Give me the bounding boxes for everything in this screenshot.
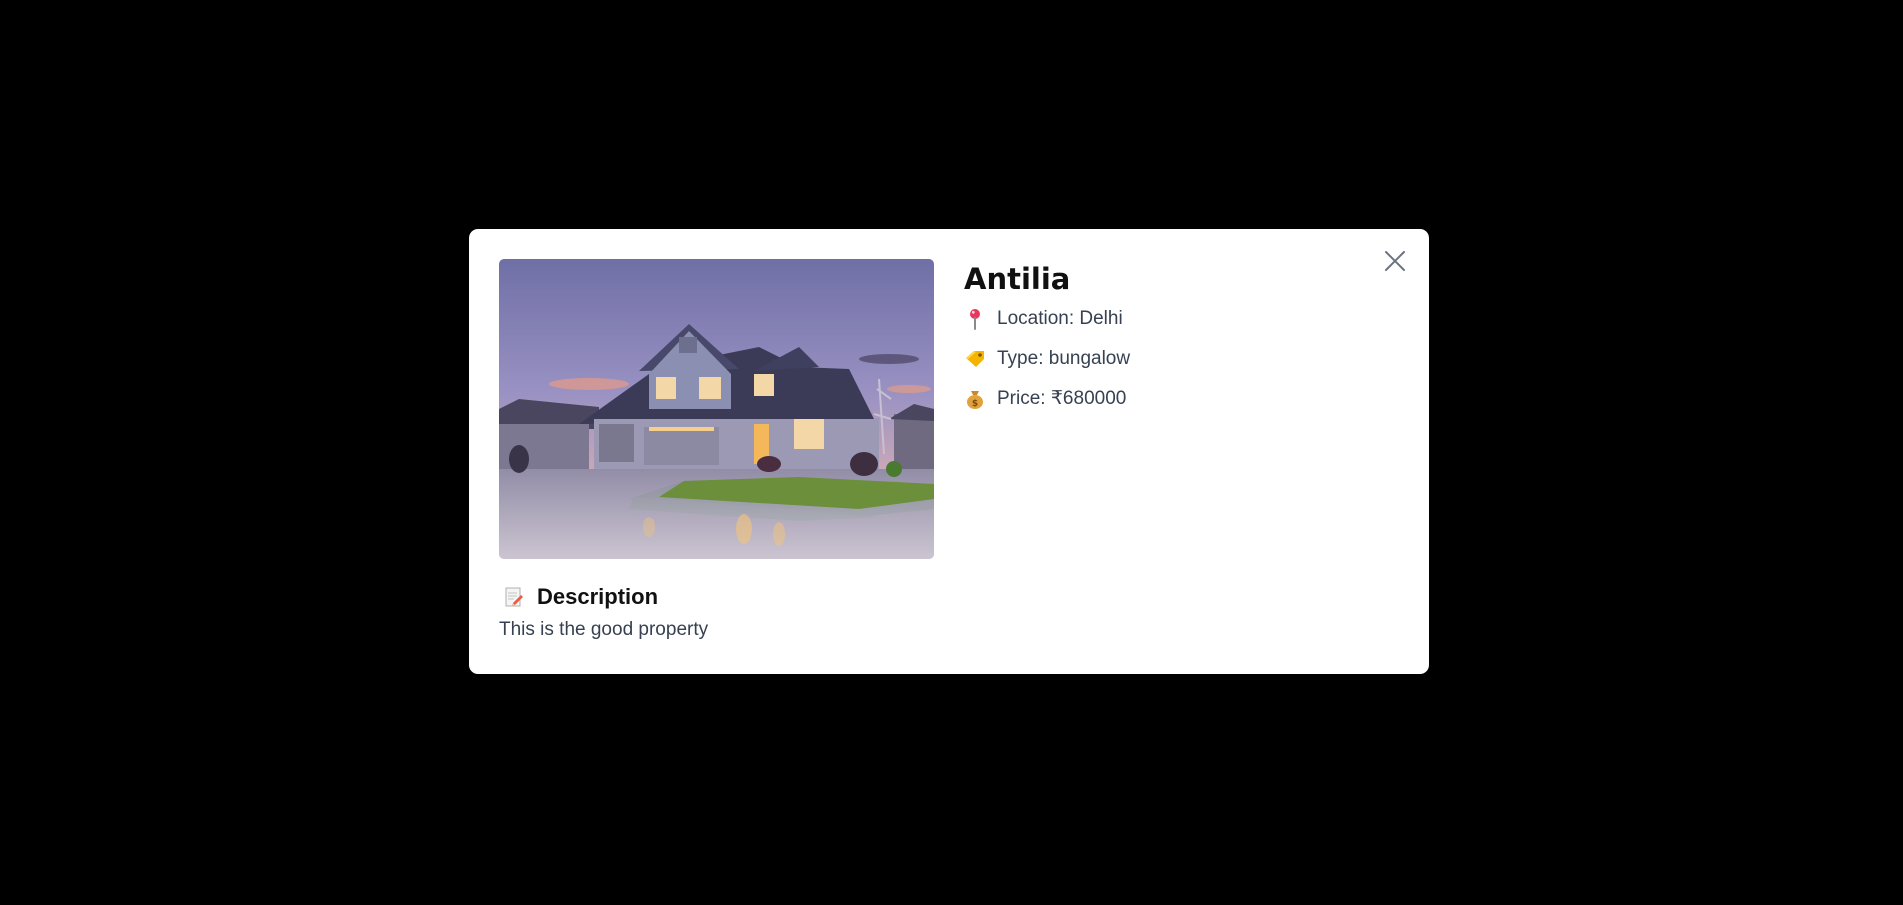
memo-icon xyxy=(503,586,525,608)
property-title: Antilia xyxy=(964,262,1071,296)
type-text: Type: bungalow xyxy=(997,348,1131,369)
property-modal: Antilia Location: Delhi Type: bungalow $… xyxy=(469,229,1429,674)
price-text: Price: ₹680000 xyxy=(997,388,1127,409)
price-row: $ Price: ₹680000 xyxy=(964,383,1369,414)
close-button[interactable] xyxy=(1381,247,1409,275)
description-text: This is the good property xyxy=(499,619,709,640)
location-row: Location: Delhi xyxy=(964,303,1369,334)
type-row: Type: bungalow xyxy=(964,343,1369,374)
close-icon xyxy=(1385,251,1405,271)
property-image xyxy=(499,259,934,559)
svg-text:$: $ xyxy=(972,399,978,409)
pin-icon xyxy=(964,308,986,330)
property-info: Antilia Location: Delhi Type: bungalow $… xyxy=(964,259,1369,414)
description-heading: Description xyxy=(499,581,1399,613)
description-heading-text: Description xyxy=(537,584,659,609)
tag-icon xyxy=(964,348,986,370)
description-section: Description This is the good property xyxy=(499,581,1399,645)
location-text: Location: Delhi xyxy=(997,308,1123,329)
money-bag-icon: $ xyxy=(964,388,986,410)
